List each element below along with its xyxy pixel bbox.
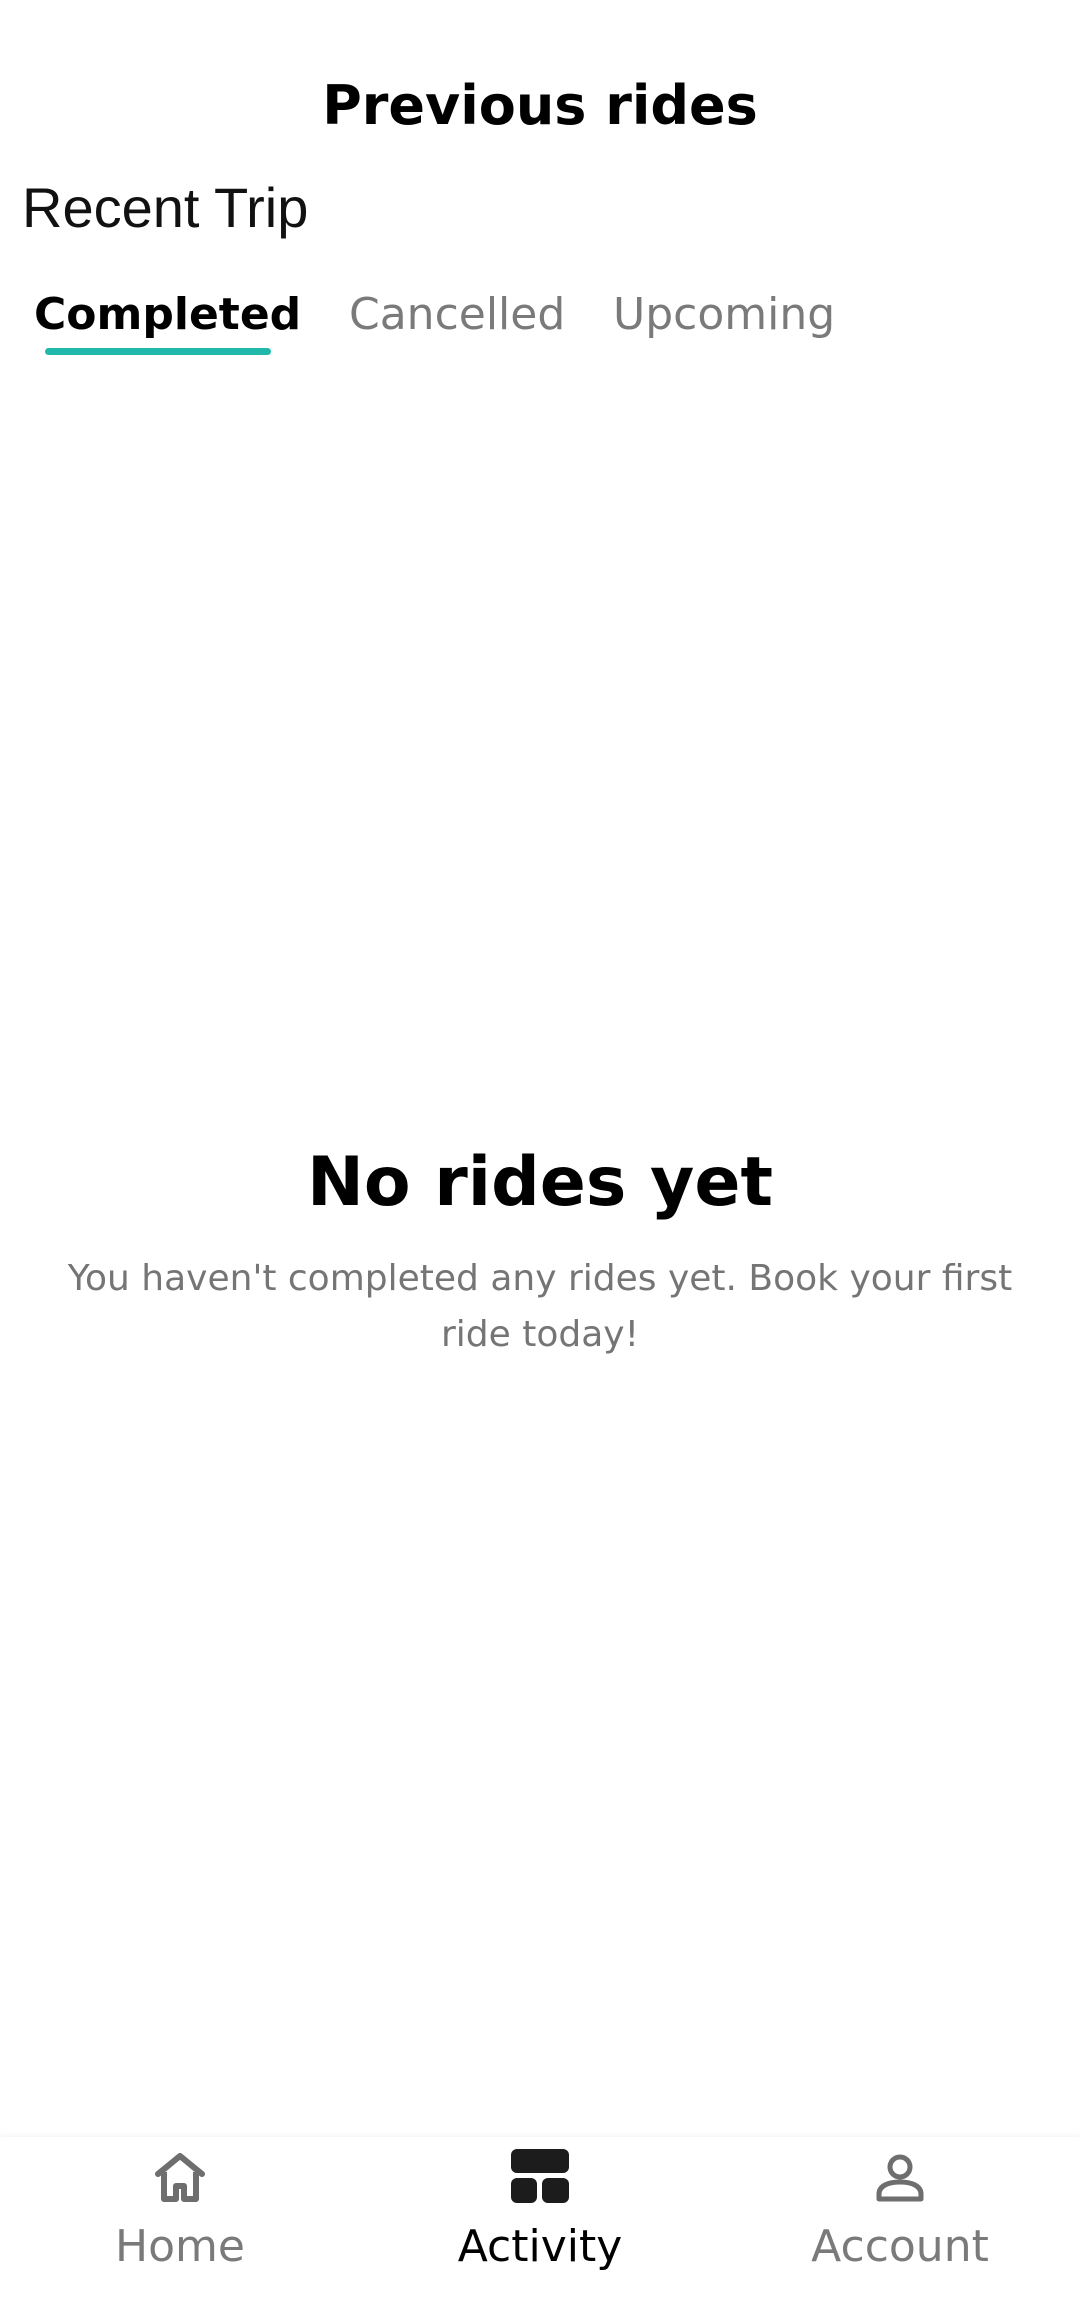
nav-item-account[interactable]: Account [720, 2137, 1080, 2317]
active-tab-indicator [45, 348, 271, 355]
section-title: Recent Trip [22, 176, 309, 239]
account-icon [870, 2147, 930, 2207]
nav-item-home[interactable]: Home [0, 2137, 360, 2317]
nav-label-account: Account [811, 2221, 989, 2272]
empty-state-title: No rides yet [306, 1143, 774, 1222]
tab-completed[interactable]: Completed [34, 280, 301, 350]
empty-state-message: You haven't completed any rides yet. Boo… [67, 1258, 1013, 1355]
tab-cancelled[interactable]: Cancelled [349, 280, 565, 350]
page-header-title: Previous rides [322, 74, 758, 137]
bottom-navigation: Home Activity Account [0, 2137, 1080, 2317]
nav-label-activity: Activity [457, 2221, 623, 2272]
ride-tabs: Completed Cancelled Upcoming [0, 280, 1080, 360]
activity-icon [510, 2147, 570, 2207]
tab-upcoming[interactable]: Upcoming [613, 280, 835, 350]
empty-state: No rides yet You haven't completed any r… [0, 1135, 1080, 1363]
home-icon [150, 2147, 210, 2207]
nav-label-home: Home [115, 2221, 245, 2272]
nav-item-activity[interactable]: Activity [360, 2137, 720, 2317]
